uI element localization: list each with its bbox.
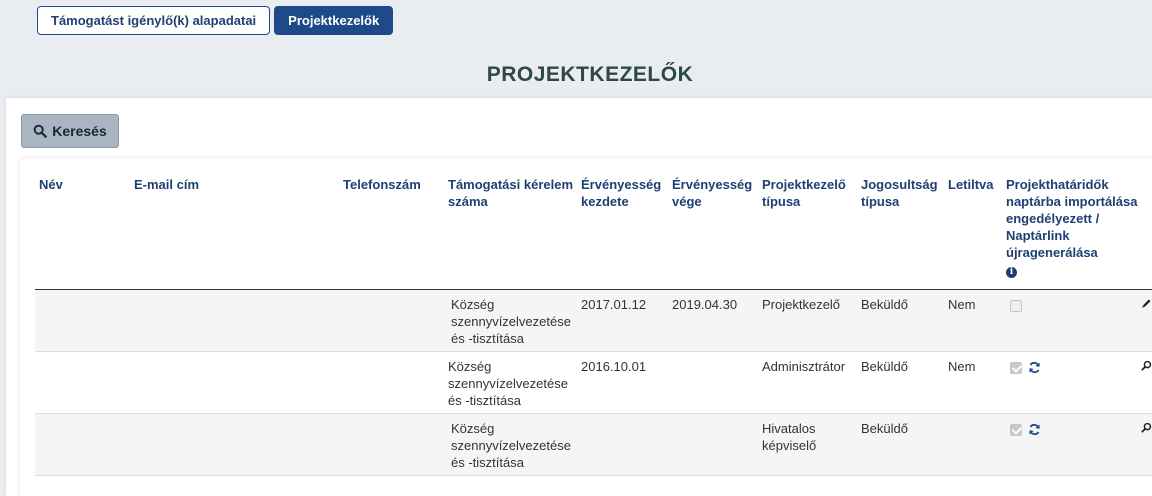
cell-disabled: Nem bbox=[948, 297, 976, 312]
cell-phone bbox=[339, 290, 444, 352]
calendar-import-checkbox[interactable] bbox=[1010, 361, 1022, 374]
search-button[interactable]: Keresés bbox=[21, 114, 119, 148]
cell-calendar bbox=[1002, 352, 1120, 414]
cell-calendar bbox=[1002, 290, 1120, 352]
table-row: Község szennyvízelvezetése és -tisztítás… bbox=[35, 352, 1152, 414]
cell-permission-type: Beküldő bbox=[861, 297, 908, 312]
cell-application-number: Község szennyvízelvezetése és -tisztítás… bbox=[451, 297, 571, 346]
cell-name bbox=[35, 290, 130, 352]
search-icon bbox=[33, 124, 48, 138]
cell-application-number: Község szennyvízelvezetése és -tisztítás… bbox=[451, 421, 571, 470]
refresh-icon[interactable] bbox=[1028, 423, 1041, 436]
cell-calendar bbox=[1002, 414, 1120, 476]
col-header-valid-from[interactable]: Érvényesség kezdete bbox=[577, 176, 668, 290]
cell-valid-from: 2016.10.01 bbox=[581, 359, 647, 374]
table-row: Község szennyvízelvezetése és -tisztítás… bbox=[35, 289, 1152, 352]
table-header-row: Név E-mail cím Telefonszám Támogatási ké… bbox=[35, 176, 1152, 290]
col-header-application-number[interactable]: Támogatási kérelem száma bbox=[444, 176, 577, 290]
tab-bar: Támogatást igénylő(k) alapadatai Projekt… bbox=[37, 6, 394, 35]
cell-name bbox=[35, 352, 130, 414]
cell-permission-type: Beküldő bbox=[861, 359, 908, 374]
page-title: PROJEKTKEZELŐK bbox=[486, 63, 694, 86]
cell-permission-type: Beküldő bbox=[861, 421, 908, 436]
content-panel: Keresés Név E-mail cím Telefonszám Támog… bbox=[6, 98, 1152, 496]
managers-table: Név E-mail cím Telefonszám Támogatási ké… bbox=[35, 176, 1152, 476]
col-header-calendar-label: Projekthatáridők naptárba importálása en… bbox=[1006, 177, 1138, 260]
magnifier-icon[interactable] bbox=[1141, 360, 1152, 371]
cell-name bbox=[35, 414, 130, 476]
col-header-email[interactable]: E-mail cím bbox=[130, 176, 339, 290]
col-header-phone[interactable]: Telefonszám bbox=[339, 176, 444, 290]
table-row: Község szennyvízelvezetése és -tisztítás… bbox=[35, 413, 1152, 476]
cell-actions bbox=[1120, 414, 1152, 476]
refresh-icon[interactable] bbox=[1028, 361, 1041, 374]
cell-email bbox=[130, 290, 339, 352]
pencil-icon[interactable] bbox=[1141, 298, 1152, 309]
cell-email bbox=[130, 352, 339, 414]
cell-phone bbox=[339, 414, 444, 476]
calendar-import-checkbox[interactable] bbox=[1010, 299, 1022, 312]
cell-valid-from: 2017.01.12 bbox=[581, 297, 647, 312]
col-header-valid-to[interactable]: Érvényesség vége bbox=[668, 176, 758, 290]
calendar-import-checkbox[interactable] bbox=[1010, 423, 1022, 436]
cell-disabled bbox=[944, 414, 1002, 476]
search-button-label: Keresés bbox=[52, 123, 107, 139]
cell-application-number: Község szennyvízelvezetése és -tisztítás… bbox=[448, 359, 568, 408]
magnifier-icon[interactable] bbox=[1141, 422, 1152, 433]
col-header-manager-type[interactable]: Projektkezelő típusa bbox=[758, 176, 857, 290]
cell-email bbox=[130, 414, 339, 476]
cell-valid-to bbox=[668, 414, 758, 476]
col-header-calendar: Projekthatáridők naptárba importálása en… bbox=[1002, 176, 1152, 290]
tab-project-managers[interactable]: Projektkezelők bbox=[274, 6, 394, 35]
col-header-permission-type[interactable]: Jogosultság típusa bbox=[857, 176, 944, 290]
cell-manager-type: Hivatalos képviselő bbox=[762, 421, 817, 453]
cell-valid-from bbox=[577, 414, 668, 476]
cell-valid-to bbox=[668, 352, 758, 414]
cell-disabled: Nem bbox=[948, 359, 976, 374]
tab-applicant-data[interactable]: Támogatást igénylő(k) alapadatai bbox=[37, 6, 271, 35]
col-header-disabled[interactable]: Letiltva bbox=[944, 176, 1002, 290]
cell-manager-type: Adminisztrátor bbox=[762, 359, 846, 374]
cell-actions bbox=[1120, 352, 1152, 414]
info-icon[interactable]: i bbox=[1006, 267, 1017, 278]
managers-table-card: Név E-mail cím Telefonszám Támogatási ké… bbox=[20, 158, 1152, 496]
col-header-name[interactable]: Név bbox=[35, 176, 130, 290]
cell-valid-to: 2019.04.30 bbox=[672, 297, 738, 312]
cell-actions bbox=[1120, 290, 1152, 352]
cell-manager-type: Projektkezelő bbox=[762, 297, 841, 312]
cell-phone bbox=[339, 352, 444, 414]
